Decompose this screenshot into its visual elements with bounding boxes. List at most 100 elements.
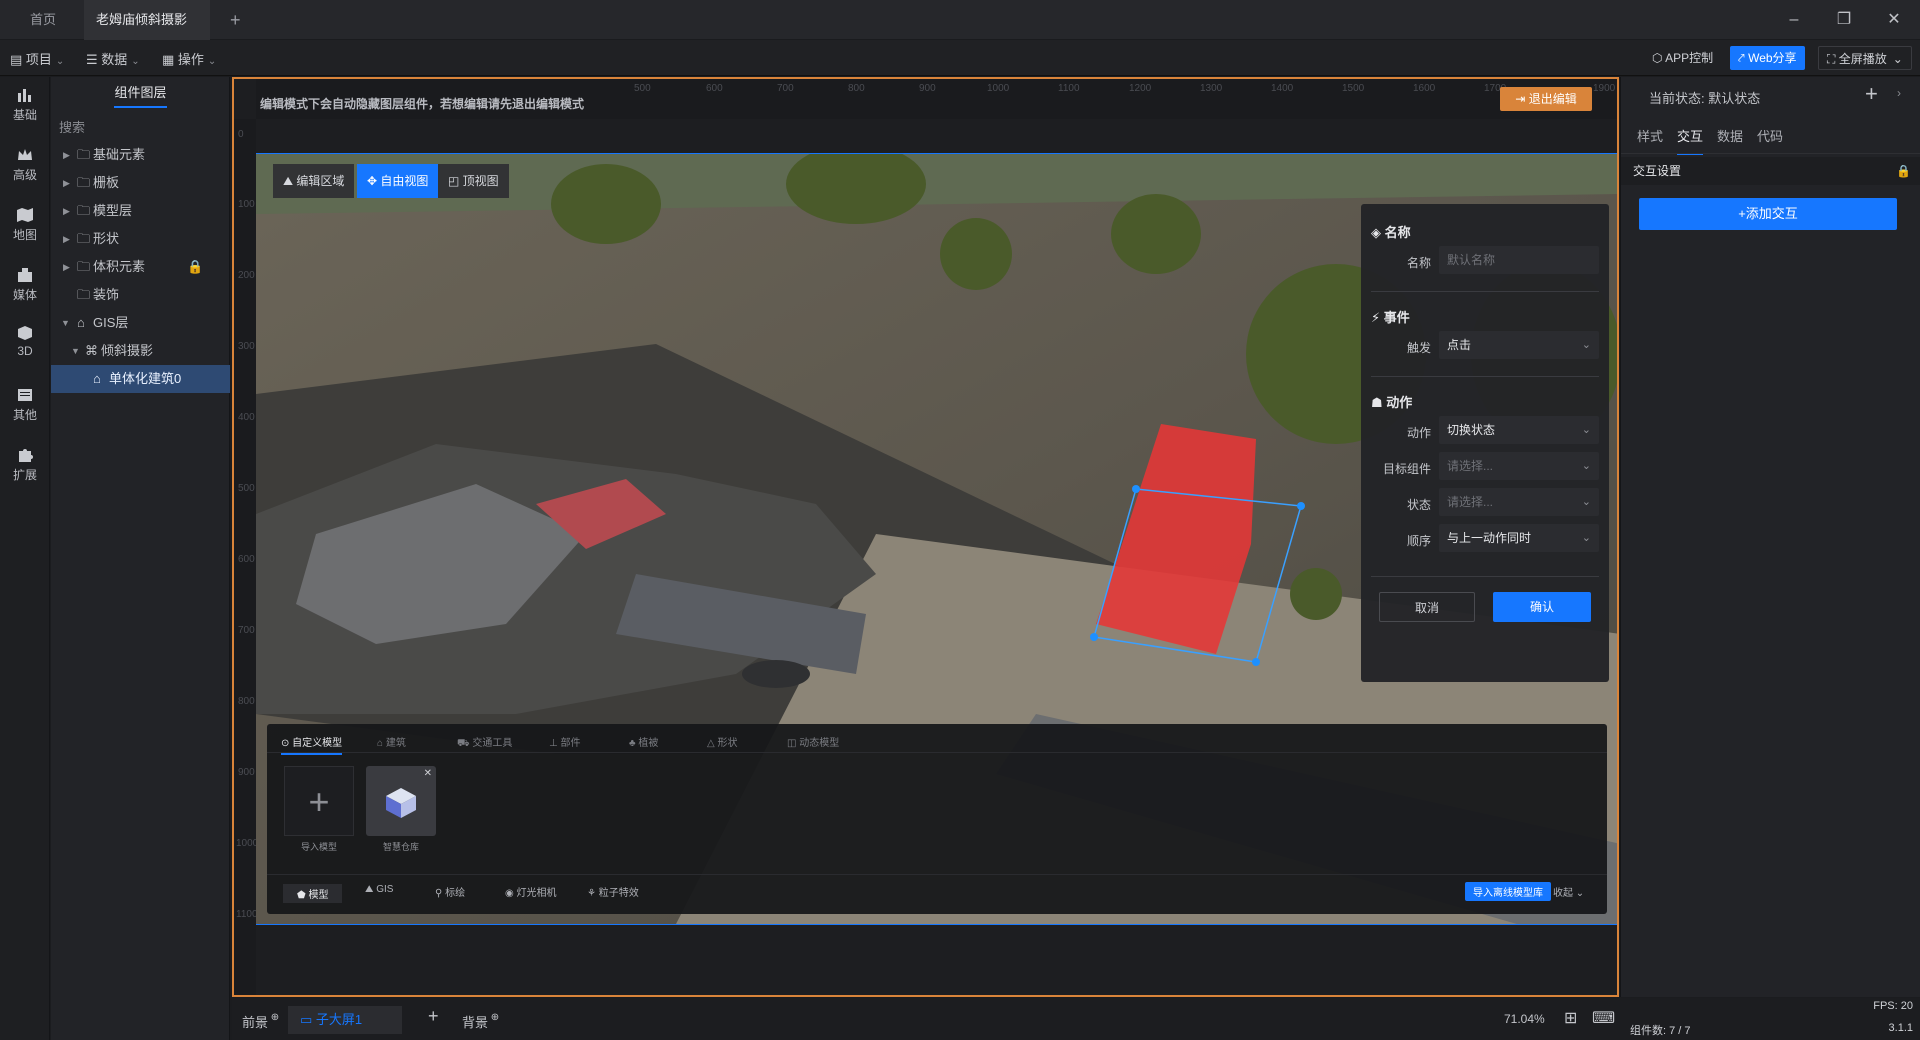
tab-home[interactable]: 首页 <box>18 0 68 40</box>
zoom-level[interactable]: 71.04% <box>1504 1012 1545 1026</box>
interaction-settings-header: 交互设置 🔒 <box>1621 157 1920 185</box>
rail-item-other[interactable]: 其他 <box>0 387 50 423</box>
lib-tab-vegetation[interactable]: ♣ 植被 <box>629 734 658 749</box>
exit-edit-button[interactable]: ⇥ 退出编辑 <box>1500 87 1592 111</box>
rail-item-extend[interactable]: 扩展 <box>0 447 50 483</box>
bottom-tab-model[interactable]: ⬟ 模型 <box>283 884 343 903</box>
tab-label: 自定义模型 <box>292 738 343 749</box>
new-tab-button[interactable]: + <box>218 0 253 40</box>
lib-tab-vehicle[interactable]: ⛟ 交通工具 <box>457 734 512 751</box>
shape-icon: △ <box>707 738 718 749</box>
tree-label: 体积元素 <box>93 259 146 274</box>
edit-area-button[interactable]: ⛰ 编辑区域 <box>273 164 355 198</box>
close-icon[interactable]: ✕ <box>424 768 432 779</box>
tree-item-shape[interactable]: ▶ 🗀 形状 <box>51 225 230 253</box>
rail-item-advanced[interactable]: 高级 <box>0 147 50 183</box>
lock-icon[interactable]: 🔒 <box>1896 157 1911 185</box>
button-label: 全屏播放 <box>1838 52 1887 66</box>
fullscreen-icon: ⛶ <box>1827 52 1839 66</box>
tree-item-gis[interactable]: ▼ ⌂ GIS层 <box>51 309 230 337</box>
add-interaction-button[interactable]: +添加交互 <box>1639 198 1897 230</box>
tree-item-building[interactable]: ⌂ 单体化建筑0 <box>51 365 230 393</box>
tab-data[interactable]: 数据 <box>1717 126 1743 145</box>
card-label: 导入模型 <box>300 842 337 852</box>
tab-project[interactable]: 老姆庙倾斜摄影 <box>84 0 210 65</box>
tab-label: 部件 <box>560 738 581 749</box>
editor-canvas[interactable]: 500 600 700 800 900 1000 1100 1200 1300 … <box>232 77 1619 997</box>
background-button[interactable]: 背景 ⊕ <box>462 1012 499 1031</box>
lib-tab-building[interactable]: ⌂ 建筑 <box>377 734 406 749</box>
bottom-tab-light-camera[interactable]: ◉ 灯光相机 <box>505 884 557 899</box>
tree-item-basic-elements[interactable]: ▶ 🗀 基础元素 <box>51 141 230 169</box>
screen-tab[interactable]: ▭ 子大屏1 <box>288 1006 402 1034</box>
tree-item-volume[interactable]: ▶ 🗀 体积元素 🔒 <box>51 253 230 281</box>
keyboard-icon[interactable]: ⌨ <box>1592 1008 1615 1028</box>
bar-chart-icon <box>18 89 31 102</box>
tree-item-panel[interactable]: ▶ 🗀 栅板 <box>51 169 230 197</box>
tree-item-model-layer[interactable]: ▶ 🗀 模型层 <box>51 197 230 225</box>
bottom-tab-particles[interactable]: ⚘ 粒子特效 <box>587 884 639 899</box>
rail-item-media[interactable]: 媒体 <box>0 267 50 303</box>
collapse-button[interactable]: 收起 ⌄ <box>1553 884 1584 899</box>
lib-tab-dynamic[interactable]: ◫ 动态模型 <box>787 734 839 749</box>
tab-label: 模型 <box>308 890 329 901</box>
fullscreen-play-button[interactable]: ⛶ 全屏播放 ⌄ <box>1818 46 1912 70</box>
close-icon[interactable]: ✕ <box>1880 8 1908 32</box>
add-screen-button[interactable]: + <box>428 1006 439 1027</box>
folder-icon: 🗀 <box>77 259 91 274</box>
lib-tab-parts[interactable]: ⊥ 部件 <box>549 734 581 749</box>
cancel-button[interactable]: 取消 <box>1379 592 1475 622</box>
order-label: 顺序 <box>1406 534 1431 548</box>
list-icon <box>18 389 32 401</box>
bottom-tab-plot[interactable]: ⚲ 标绘 <box>435 884 465 899</box>
add-state-button[interactable]: + <box>1865 81 1878 107</box>
menu-project[interactable]: ▤ 项目 ⌄ <box>10 49 64 68</box>
target-component-select[interactable]: 请选择... ⌄ <box>1439 452 1599 480</box>
web-share-button[interactable]: ⤤ Web分享 <box>1730 46 1805 70</box>
foreground-button[interactable]: 前景 ⊕ <box>242 1012 279 1031</box>
minimize-icon[interactable]: – <box>1780 8 1808 32</box>
tree-item-decoration[interactable]: 🗀 装饰 <box>51 281 230 309</box>
fit-screen-icon[interactable]: ⊞ <box>1564 1008 1577 1028</box>
folder-icon: 🗀 <box>77 287 91 302</box>
tab-interaction[interactable]: 交互 <box>1677 126 1704 155</box>
menu-operation[interactable]: ▦ 操作 ⌄ <box>162 49 216 68</box>
smart-warehouse-card[interactable]: ✕ <box>366 766 436 836</box>
add-circle-icon: ⊕ <box>268 1012 280 1023</box>
top-view-button[interactable]: ◰ 顶视图 <box>438 164 509 198</box>
bottom-tab-gis[interactable]: ⛰ GIS <box>365 884 393 895</box>
section-label: 交互设置 <box>1633 164 1682 178</box>
state-select[interactable]: 请选择... ⌄ <box>1439 488 1599 516</box>
divider <box>1371 291 1599 292</box>
layer-search-input[interactable]: 搜索 <box>59 117 224 139</box>
lib-tab-shape[interactable]: △ 形状 <box>707 734 737 749</box>
tree-label: 单体化建筑0 <box>109 371 182 386</box>
tree-item-oblique[interactable]: ▼ ⌘ 倾斜摄影 <box>51 337 230 365</box>
menu-data[interactable]: ☰ 数据 ⌄ <box>86 49 140 68</box>
select-placeholder: 请选择... <box>1447 459 1494 473</box>
rail-item-basic[interactable]: 基础 <box>0 87 50 123</box>
confirm-button[interactable]: 确认 <box>1493 592 1591 622</box>
rail-item-map[interactable]: 地图 <box>0 207 50 243</box>
import-offline-library-button[interactable]: 导入离线模型库 <box>1465 882 1551 901</box>
order-select[interactable]: 与上一动作同时 ⌄ <box>1439 524 1599 552</box>
chevron-down-icon: ⌄ <box>1892 52 1903 66</box>
tab-style[interactable]: 样式 <box>1637 126 1663 145</box>
oblique-photo-icon: ⌘ <box>85 343 98 358</box>
tab-code[interactable]: 代码 <box>1757 126 1783 145</box>
ruler-label: 1000 <box>987 83 1010 94</box>
chevron-right-icon[interactable]: › <box>1897 86 1901 100</box>
restore-icon[interactable]: ❐ <box>1830 8 1858 32</box>
import-model-card[interactable]: + <box>284 766 354 836</box>
button-label: 编辑区域 <box>296 174 345 188</box>
app-control-button[interactable]: ⬡ APP控制 <box>1644 46 1721 70</box>
name-input[interactable]: 默认名称 <box>1439 246 1599 274</box>
trigger-select[interactable]: 点击 ⌄ <box>1439 331 1599 359</box>
free-view-button[interactable]: ✥ 自由视图 <box>357 164 439 198</box>
lock-icon[interactable]: 🔒 <box>187 253 203 281</box>
rail-item-3d[interactable]: 3D <box>0 325 50 358</box>
top-view-icon: ◰ <box>448 174 463 188</box>
chevron-down-icon: ⌄ <box>1581 532 1591 544</box>
property-panel: 当前状态: 默认状态 + › 样式 交互 数据 代码 交互设置 🔒 +添加交互 <box>1620 77 1920 997</box>
action-select[interactable]: 切换状态 ⌄ <box>1439 416 1599 444</box>
